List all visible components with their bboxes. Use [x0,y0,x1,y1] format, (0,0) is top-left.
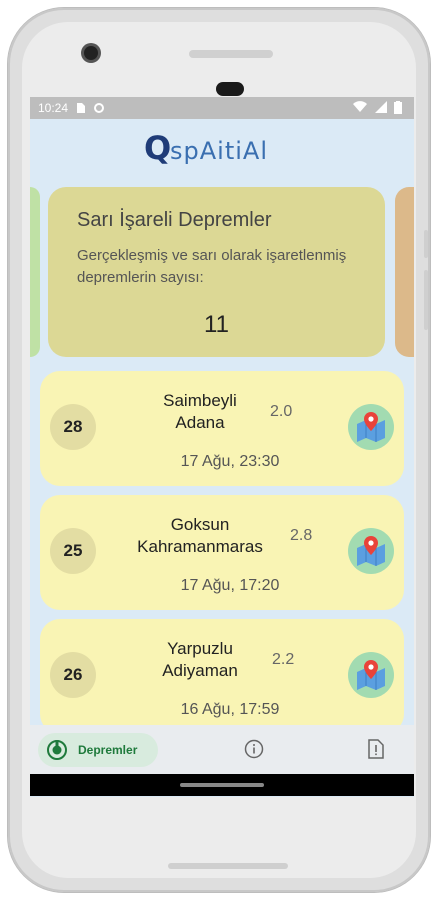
summary-description: Gerçekleşmiş ve sarı olarak işaretlenmiş… [77,247,347,286]
battery-icon [394,101,402,114]
earthquake-card[interactable]: 28 Saimbeyli Adana 2.0 17 Ağu, 23:30 [40,371,404,486]
system-navigation-bar [30,774,414,796]
location: Yarpuzlu Adiyaman [120,638,280,682]
carousel-prev-card[interactable] [30,187,40,357]
quake-value: 2.8 [290,527,313,544]
status-indicators [353,101,406,123]
status-bar: 10:24 [30,97,414,119]
map-pin-icon [357,660,385,690]
location: Saimbeyli Adana [120,390,280,434]
carousel-next-card[interactable] [395,187,414,357]
app-logo: Q spAitiAl [144,129,294,167]
sensor-pill [216,82,244,96]
front-camera [84,46,98,60]
map-button[interactable] [348,404,394,450]
district-name: Saimbeyli [163,391,237,410]
quake-date: 16 Ağu, 17:59 [180,701,280,718]
earthquake-card[interactable]: 25 Goksun Kahramanmaras 2.8 17 Ağu, 17:2… [40,495,404,610]
district-name: Yarpuzlu [167,639,233,658]
city-name: Adiyaman [162,661,238,680]
magnitude-badge: 28 [50,404,96,450]
summary-card[interactable]: Sarı İşareli Depremler Gerçekleşmiş ve s… [48,187,385,357]
earpiece-speaker [189,50,273,58]
map-pin-icon [357,536,385,566]
quake-date: 17 Ağu, 17:20 [180,577,280,594]
quake-value: 2.0 [270,403,293,420]
status-notifications [76,102,109,124]
magnitude-badge: 26 [50,652,96,698]
location: Goksun Kahramanmaras [120,514,280,558]
volume-button [424,230,428,258]
app-screen: 10:24 Q spAitiAl Sarı İşareli Depremler … [30,97,414,797]
logo-mark: Q [144,129,172,167]
map-button[interactable] [348,528,394,574]
district-name: Goksun [170,515,230,534]
phone-chin [168,863,288,869]
info-icon[interactable] [244,739,264,759]
map-pin-icon [357,412,385,442]
quake-value: 2.2 [272,651,295,668]
city-name: Kahramanmaras [137,537,263,556]
wifi-icon [353,101,368,112]
sim-icon [77,103,85,113]
city-name: Adana [175,413,225,432]
nav-item-depremler[interactable]: Depremler [38,733,158,767]
nav-label-depremler: Depremler [78,743,138,757]
summary-title: Sarı İşareli Depremler [77,209,272,231]
logo-text: spAitiAl [170,137,268,165]
earthquake-card[interactable]: 26 Yarpuzlu Adiyaman 2.2 16 Ağu, 17:59 [40,619,404,734]
earthquake-icon [47,740,67,760]
power-button [424,270,428,330]
summary-count: 11 [204,311,229,338]
alert-icon[interactable] [368,739,384,759]
bottom-navigation: Depremler [30,725,414,775]
signal-icon [374,101,387,113]
sync-icon [94,103,105,113]
magnitude-badge: 25 [50,528,96,574]
home-indicator[interactable] [180,783,264,787]
quake-date: 17 Ağu, 23:30 [180,453,280,470]
map-button[interactable] [348,652,394,698]
status-time: 10:24 [38,101,69,115]
